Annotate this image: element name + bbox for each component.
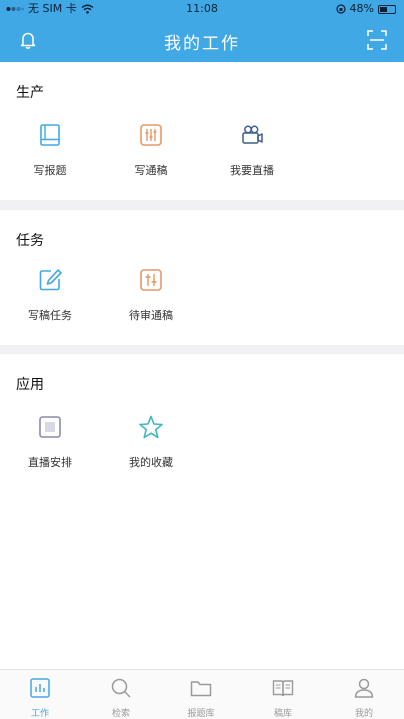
folder-icon (190, 681, 212, 697)
chart-icon (30, 678, 50, 698)
book-icon (40, 124, 60, 146)
rotation-lock-icon (335, 4, 346, 14)
favorites-item[interactable]: 我的收藏 (111, 414, 191, 470)
tab-topic-library[interactable]: 报题库 (166, 676, 236, 719)
star-icon (139, 415, 163, 439)
tab-label: 检索 (111, 709, 130, 719)
section-title: 应用 (16, 377, 44, 393)
video-camera-icon (242, 125, 263, 144)
open-book-icon (272, 680, 294, 697)
item-label: 待审通稿 (129, 309, 173, 322)
sliders-icon (140, 124, 162, 146)
tab-bar: 工作 检索 报题库 稿库 我的 (0, 669, 404, 719)
section-production: 生产 写报题 写通稿 我要直播 (0, 62, 404, 200)
write-release-item[interactable]: 写通稿 (111, 122, 191, 178)
edit-icon (39, 269, 62, 291)
status-bar: 无 SIM 卡 11:08 48% (0, 0, 404, 18)
tab-work[interactable]: 工作 (5, 676, 75, 719)
item-label: 写稿任务 (28, 309, 72, 322)
writing-task-item[interactable]: 写稿任务 (10, 267, 90, 323)
live-broadcast-item[interactable]: 我要直播 (212, 122, 292, 178)
nav-bar: 我的工作 (0, 18, 404, 62)
item-label: 写报题 (33, 164, 67, 177)
scan-icon[interactable] (366, 29, 388, 51)
review-icon (140, 269, 162, 291)
battery-icon (378, 4, 396, 14)
battery-percent: 48% (349, 2, 374, 15)
tab-label: 工作 (30, 709, 49, 719)
section-tasks: 任务 写稿任务 待审通稿 (0, 210, 404, 345)
tab-me[interactable]: 我的 (329, 676, 399, 719)
item-label: 直播安排 (28, 456, 72, 469)
search-icon (111, 678, 131, 698)
tab-label: 稿库 (273, 709, 292, 719)
pending-review-item[interactable]: 待审通稿 (111, 267, 191, 323)
section-apps: 应用 直播安排 我的收藏 (0, 354, 404, 669)
item-label: 我的收藏 (129, 456, 173, 469)
section-title: 生产 (16, 85, 44, 101)
page-title: 我的工作 (164, 34, 240, 54)
person-icon (354, 678, 374, 698)
write-topic-item[interactable]: 写报题 (10, 122, 90, 178)
tab-label: 我的 (354, 709, 373, 719)
tab-search[interactable]: 检索 (86, 676, 156, 719)
item-label: 我要直播 (230, 164, 274, 177)
tab-label: 报题库 (187, 709, 215, 719)
live-schedule-item[interactable]: 直播安排 (10, 414, 90, 470)
tab-manuscript-library[interactable]: 稿库 (248, 676, 318, 719)
item-label: 写通稿 (134, 164, 168, 177)
section-title: 任务 (16, 233, 44, 249)
square-icon (39, 416, 61, 438)
